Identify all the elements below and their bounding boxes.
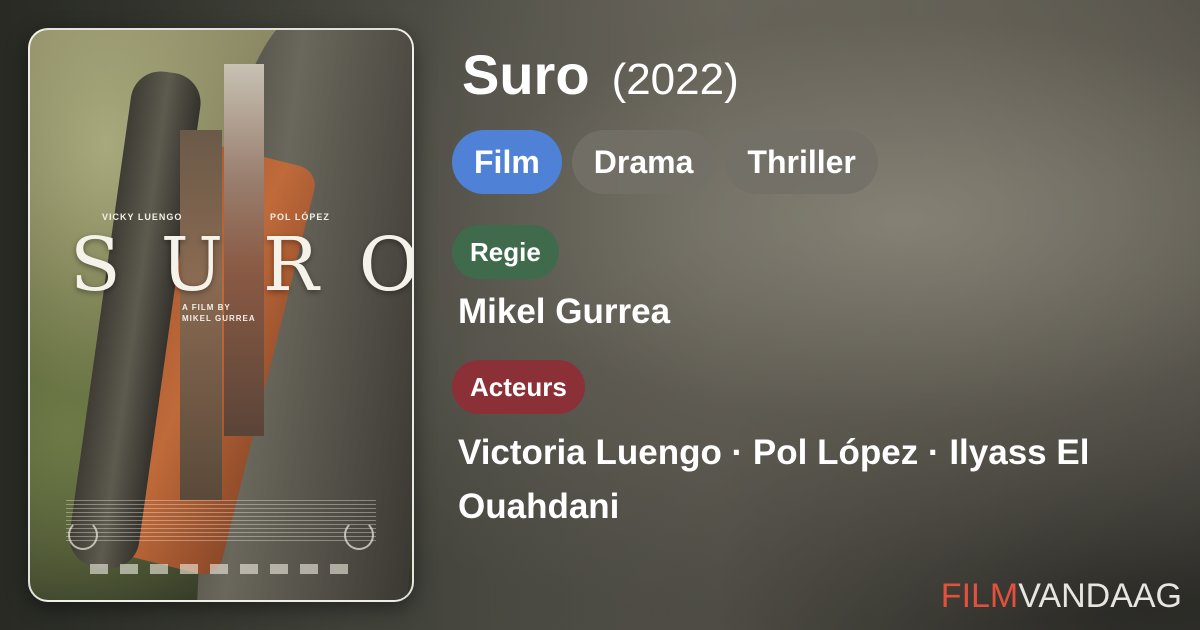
title-row: Suro (2022) xyxy=(462,42,739,113)
poster-credit-left: VICKY LUENGO xyxy=(102,212,183,222)
genre-chip-thriller[interactable]: Thriller xyxy=(725,130,878,194)
laurel-icon xyxy=(68,520,98,550)
poster-director: A FILM BY MIKEL GURREA xyxy=(182,302,256,324)
poster-billing-block xyxy=(66,500,376,544)
genre-chips: Film Drama Thriller xyxy=(452,130,878,194)
movie-title: Suro xyxy=(462,43,590,106)
poster-title: SURO xyxy=(70,222,412,308)
site-logo-part1: FILM xyxy=(940,577,1019,615)
movie-year: (2022) xyxy=(611,55,739,104)
movie-poster: VICKY LUENGO POL LÓPEZ SURO A FILM BY MI… xyxy=(28,28,414,602)
genre-chip-drama[interactable]: Drama xyxy=(571,130,716,194)
site-logo[interactable]: FILMVANDAAG xyxy=(941,577,1182,616)
poster-credit-right: POL LÓPEZ xyxy=(270,212,330,222)
poster-logos xyxy=(90,564,352,574)
genre-chip-film[interactable]: Film xyxy=(452,130,562,194)
site-logo-part2: VANDAAG xyxy=(1018,577,1182,615)
director-label: Regie xyxy=(452,225,559,279)
laurel-icon xyxy=(344,520,374,550)
poster-director-line1: A FILM BY xyxy=(182,303,231,312)
poster-director-line2: MIKEL GURREA xyxy=(182,314,256,323)
director-name[interactable]: Mikel Gurrea xyxy=(458,290,670,334)
cast-label: Acteurs xyxy=(452,360,585,414)
cast-names[interactable]: Victoria Luengo · Pol López · Ilyass El … xyxy=(458,426,1178,534)
